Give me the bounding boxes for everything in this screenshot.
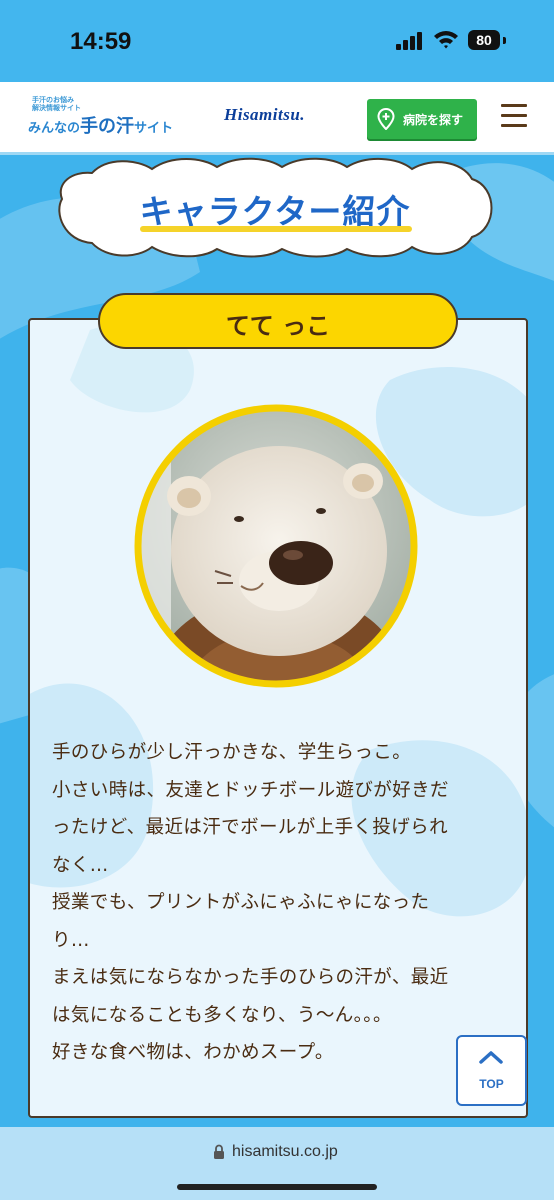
url-text: hisamitsu.co.jp bbox=[232, 1143, 338, 1160]
back-to-top-button[interactable]: TOP bbox=[456, 1035, 527, 1106]
logo-post: サイト bbox=[134, 121, 174, 136]
find-hospital-button[interactable]: 病院を探す bbox=[367, 99, 477, 139]
title-underline bbox=[140, 226, 412, 232]
description-line: 手のひらが少し汗っかきな、学生らっこ。 bbox=[52, 742, 412, 763]
logo-tagline-line2: 解決情報サイト bbox=[32, 104, 81, 112]
description-line: ったけど、最近は汗でボールが上手く投げられ bbox=[52, 817, 448, 838]
description-line: まえは気にならなかった手のひらの汗が、最近 bbox=[52, 967, 449, 988]
character-name-pill: てて っこ bbox=[98, 293, 458, 349]
description-line: なく… bbox=[52, 854, 109, 876]
wifi-icon bbox=[434, 31, 458, 49]
logo-big: 手の汗 bbox=[80, 116, 135, 137]
status-time: 14:59 bbox=[70, 28, 132, 55]
description-line: 小さい時は、友達とドッチボール遊びが好きだ bbox=[52, 779, 449, 801]
battery-indicator: 80 bbox=[468, 30, 500, 50]
back-to-top-label: TOP bbox=[479, 1077, 504, 1091]
description-line: 授業でも、プリントがふにゃふにゃになった bbox=[52, 892, 430, 913]
lock-icon bbox=[214, 1144, 224, 1159]
site-logo[interactable]: 手汗のお悩み 解決情報サイト みんなの手の汗サイト bbox=[28, 92, 173, 144]
logo-tagline-line1: 手汗のお悩み bbox=[32, 96, 74, 104]
logo-tagline: 手汗のお悩み 解決情報サイト bbox=[32, 96, 81, 112]
hamburger-menu-icon[interactable] bbox=[501, 103, 527, 129]
character-description: 手のひらが少し汗っかきな、学生らっこ。 小さい時は、友達とドッチボール遊びが好き… bbox=[52, 734, 512, 1072]
logo-pre: みんなの bbox=[28, 121, 81, 136]
logo-wordmark: みんなの手の汗サイト bbox=[28, 112, 173, 138]
title-cloud: キャラクター紹介 bbox=[52, 155, 498, 260]
home-indicator bbox=[177, 1184, 377, 1190]
character-photo bbox=[134, 404, 418, 688]
battery-tip bbox=[503, 37, 506, 44]
find-hospital-label: 病院を探す bbox=[403, 113, 464, 127]
description-line: は気になることも多くなり、う〜ん。。。 bbox=[52, 1004, 392, 1026]
signal-icon bbox=[396, 32, 422, 50]
status-bar: 14:59 80 bbox=[0, 0, 554, 82]
chevron-up-icon bbox=[479, 1051, 503, 1064]
description-line: 好きな食べ物は、わかめスープ。 bbox=[52, 1042, 334, 1063]
map-pin-icon bbox=[377, 108, 395, 130]
browser-url-bar[interactable]: hisamitsu.co.jp bbox=[0, 1127, 554, 1200]
site-header: 手汗のお悩み 解決情報サイト みんなの手の汗サイト Hisamitsu. 病院を… bbox=[0, 82, 554, 155]
hisamitsu-logo[interactable]: Hisamitsu. bbox=[224, 105, 305, 125]
character-name: てて っこ bbox=[225, 312, 331, 340]
description-line: り… bbox=[52, 929, 90, 951]
